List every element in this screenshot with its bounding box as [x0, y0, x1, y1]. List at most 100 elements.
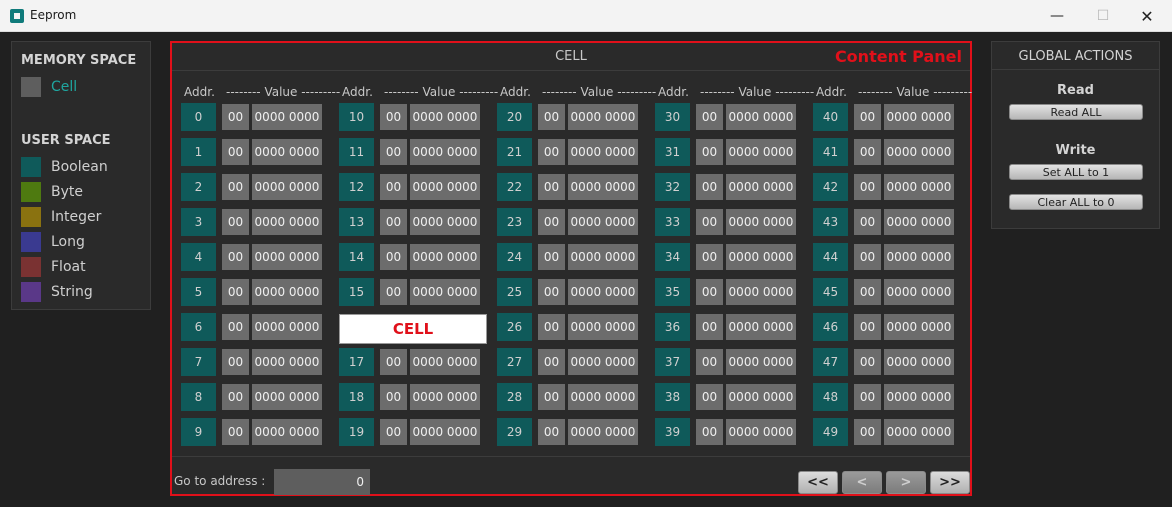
cell-hex-value[interactable]: 00: [538, 209, 565, 235]
cell-hex-value[interactable]: 00: [538, 139, 565, 165]
cell-hex-value[interactable]: 00: [538, 279, 565, 305]
cell-binary-value[interactable]: 0000 0000: [568, 279, 638, 305]
first-page-button[interactable]: <<: [798, 471, 838, 494]
close-button[interactable]: ✕: [1124, 0, 1170, 32]
cell-address[interactable]: 29: [497, 418, 532, 446]
cell-binary-value[interactable]: 0000 0000: [568, 104, 638, 130]
cell-hex-value[interactable]: 00: [222, 139, 249, 165]
cell-hex-value[interactable]: 00: [538, 349, 565, 375]
cell-address[interactable]: 25: [497, 278, 532, 306]
cell-binary-value[interactable]: 0000 0000: [252, 384, 322, 410]
cell-hex-value[interactable]: 00: [696, 314, 723, 340]
cell-address[interactable]: 39: [655, 418, 690, 446]
cell-address[interactable]: 2: [181, 173, 216, 201]
cell-hex-value[interactable]: 00: [696, 279, 723, 305]
cell-hex-value[interactable]: 00: [696, 104, 723, 130]
cell-address[interactable]: 42: [813, 173, 848, 201]
cell-address[interactable]: 1: [181, 138, 216, 166]
cell-hex-value[interactable]: 00: [380, 139, 407, 165]
cell-hex-value[interactable]: 00: [854, 104, 881, 130]
cell-hex-value[interactable]: 00: [222, 314, 249, 340]
cell-address[interactable]: 46: [813, 313, 848, 341]
cell-address[interactable]: 28: [497, 383, 532, 411]
cell-hex-value[interactable]: 00: [380, 104, 407, 130]
cell-address[interactable]: 6: [181, 313, 216, 341]
cell-binary-value[interactable]: 0000 0000: [726, 314, 796, 340]
cell-binary-value[interactable]: 0000 0000: [726, 384, 796, 410]
cell-binary-value[interactable]: 0000 0000: [884, 104, 954, 130]
legend-item-float[interactable]: Float: [21, 257, 86, 277]
cell-address[interactable]: 32: [655, 173, 690, 201]
cell-address[interactable]: 40: [813, 103, 848, 131]
cell-address[interactable]: 12: [339, 173, 374, 201]
cell-address[interactable]: 22: [497, 173, 532, 201]
cell-binary-value[interactable]: 0000 0000: [410, 209, 480, 235]
cell-hex-value[interactable]: 00: [854, 244, 881, 270]
clear-all-button[interactable]: Clear ALL to 0: [1009, 194, 1143, 210]
cell-address[interactable]: 23: [497, 208, 532, 236]
cell-binary-value[interactable]: 0000 0000: [568, 314, 638, 340]
cell-address[interactable]: 24: [497, 243, 532, 271]
cell-address[interactable]: 47: [813, 348, 848, 376]
cell-hex-value[interactable]: 00: [696, 349, 723, 375]
cell-hex-value[interactable]: 00: [222, 279, 249, 305]
cell-hex-value[interactable]: 00: [380, 244, 407, 270]
cell-binary-value[interactable]: 0000 0000: [726, 209, 796, 235]
cell-hex-value[interactable]: 00: [854, 384, 881, 410]
cell-binary-value[interactable]: 0000 0000: [410, 244, 480, 270]
cell-hex-value[interactable]: 00: [380, 279, 407, 305]
cell-hex-value[interactable]: 00: [696, 419, 723, 445]
cell-address[interactable]: 3: [181, 208, 216, 236]
cell-binary-value[interactable]: 0000 0000: [726, 174, 796, 200]
cell-binary-value[interactable]: 0000 0000: [726, 419, 796, 445]
cell-hex-value[interactable]: 00: [696, 209, 723, 235]
cell-binary-value[interactable]: 0000 0000: [252, 349, 322, 375]
cell-hex-value[interactable]: 00: [538, 244, 565, 270]
cell-address[interactable]: 19: [339, 418, 374, 446]
cell-binary-value[interactable]: 0000 0000: [410, 419, 480, 445]
cell-hex-value[interactable]: 00: [222, 419, 249, 445]
cell-binary-value[interactable]: 0000 0000: [726, 244, 796, 270]
cell-address[interactable]: 26: [497, 313, 532, 341]
cell-binary-value[interactable]: 0000 0000: [884, 174, 954, 200]
legend-item-byte[interactable]: Byte: [21, 182, 83, 202]
cell-address[interactable]: 4: [181, 243, 216, 271]
cell-hex-value[interactable]: 00: [854, 419, 881, 445]
cell-binary-value[interactable]: 0000 0000: [252, 244, 322, 270]
cell-binary-value[interactable]: 0000 0000: [726, 279, 796, 305]
cell-hex-value[interactable]: 00: [222, 104, 249, 130]
cell-hex-value[interactable]: 00: [538, 384, 565, 410]
cell-binary-value[interactable]: 0000 0000: [726, 349, 796, 375]
cell-hex-value[interactable]: 00: [854, 314, 881, 340]
cell-binary-value[interactable]: 0000 0000: [884, 349, 954, 375]
cell-binary-value[interactable]: 0000 0000: [252, 279, 322, 305]
cell-binary-value[interactable]: 0000 0000: [884, 314, 954, 340]
cell-hex-value[interactable]: 00: [854, 139, 881, 165]
cell-hex-value[interactable]: 00: [222, 209, 249, 235]
cell-address[interactable]: 15: [339, 278, 374, 306]
cell-address[interactable]: 17: [339, 348, 374, 376]
cell-address[interactable]: 45: [813, 278, 848, 306]
cell-hex-value[interactable]: 00: [380, 349, 407, 375]
cell-hex-value[interactable]: 00: [538, 314, 565, 340]
cell-hex-value[interactable]: 00: [538, 174, 565, 200]
cell-address[interactable]: 18: [339, 383, 374, 411]
cell-address[interactable]: 30: [655, 103, 690, 131]
legend-item-boolean[interactable]: Boolean: [21, 157, 108, 177]
cell-hex-value[interactable]: 00: [222, 174, 249, 200]
cell-hex-value[interactable]: 00: [854, 209, 881, 235]
legend-item-long[interactable]: Long: [21, 232, 85, 252]
cell-address[interactable]: 43: [813, 208, 848, 236]
cell-hex-value[interactable]: 00: [222, 244, 249, 270]
cell-hex-value[interactable]: 00: [380, 384, 407, 410]
read-all-button[interactable]: Read ALL: [1009, 104, 1143, 120]
cell-binary-value[interactable]: 0000 0000: [410, 384, 480, 410]
cell-binary-value[interactable]: 0000 0000: [410, 174, 480, 200]
cell-binary-value[interactable]: 0000 0000: [568, 174, 638, 200]
cell-binary-value[interactable]: 0000 0000: [884, 419, 954, 445]
cell-binary-value[interactable]: 0000 0000: [410, 139, 480, 165]
cell-address[interactable]: 27: [497, 348, 532, 376]
cell-binary-value[interactable]: 0000 0000: [568, 209, 638, 235]
legend-item-string[interactable]: String: [21, 282, 93, 302]
cell-hex-value[interactable]: 00: [854, 174, 881, 200]
